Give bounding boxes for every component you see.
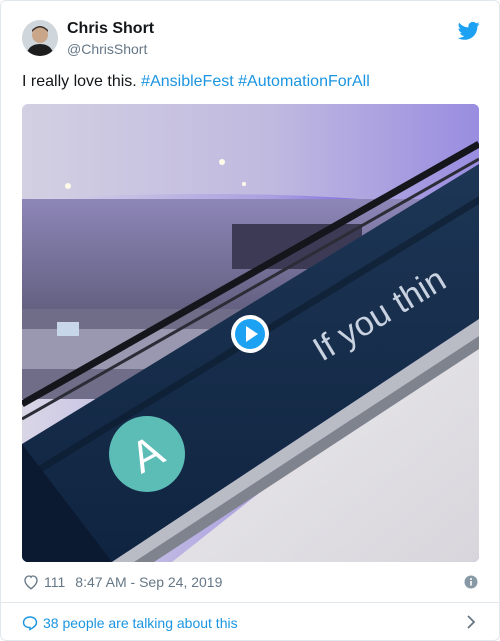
hashtag-ansiblefest[interactable]: #AnsibleFest bbox=[141, 73, 234, 90]
author-handle[interactable]: @ChrisShort bbox=[67, 41, 147, 57]
tweet-card: Chris Short @ChrisShort I really love th… bbox=[0, 0, 500, 641]
info-icon[interactable] bbox=[464, 575, 478, 589]
hashtag-automationforall[interactable]: #AutomationForAll bbox=[238, 73, 370, 90]
like-count[interactable]: 111 bbox=[44, 574, 65, 590]
tweet-timestamp[interactable]: 8:47 AM - Sep 24, 2019 bbox=[75, 574, 222, 590]
avatar[interactable] bbox=[22, 20, 58, 56]
chevron-right-icon[interactable] bbox=[466, 615, 476, 629]
twitter-bird-icon[interactable] bbox=[458, 21, 480, 41]
tweet-meta: 111 8:47 AM - Sep 24, 2019 bbox=[22, 572, 222, 592]
divider bbox=[1, 602, 499, 603]
tweet-text: I really love this. #AnsibleFest #Automa… bbox=[22, 72, 370, 92]
conversation-link[interactable]: 38 people are talking about this bbox=[22, 613, 238, 633]
play-icon[interactable] bbox=[230, 314, 270, 354]
heart-icon[interactable] bbox=[22, 573, 40, 591]
tweet-media-video[interactable]: If you thin A bbox=[22, 104, 479, 562]
author-name[interactable]: Chris Short bbox=[67, 20, 154, 38]
speech-bubble-icon bbox=[22, 616, 38, 631]
tweet-body: I really love this. bbox=[22, 73, 137, 90]
conversation-label: 38 people are talking about this bbox=[43, 615, 238, 631]
